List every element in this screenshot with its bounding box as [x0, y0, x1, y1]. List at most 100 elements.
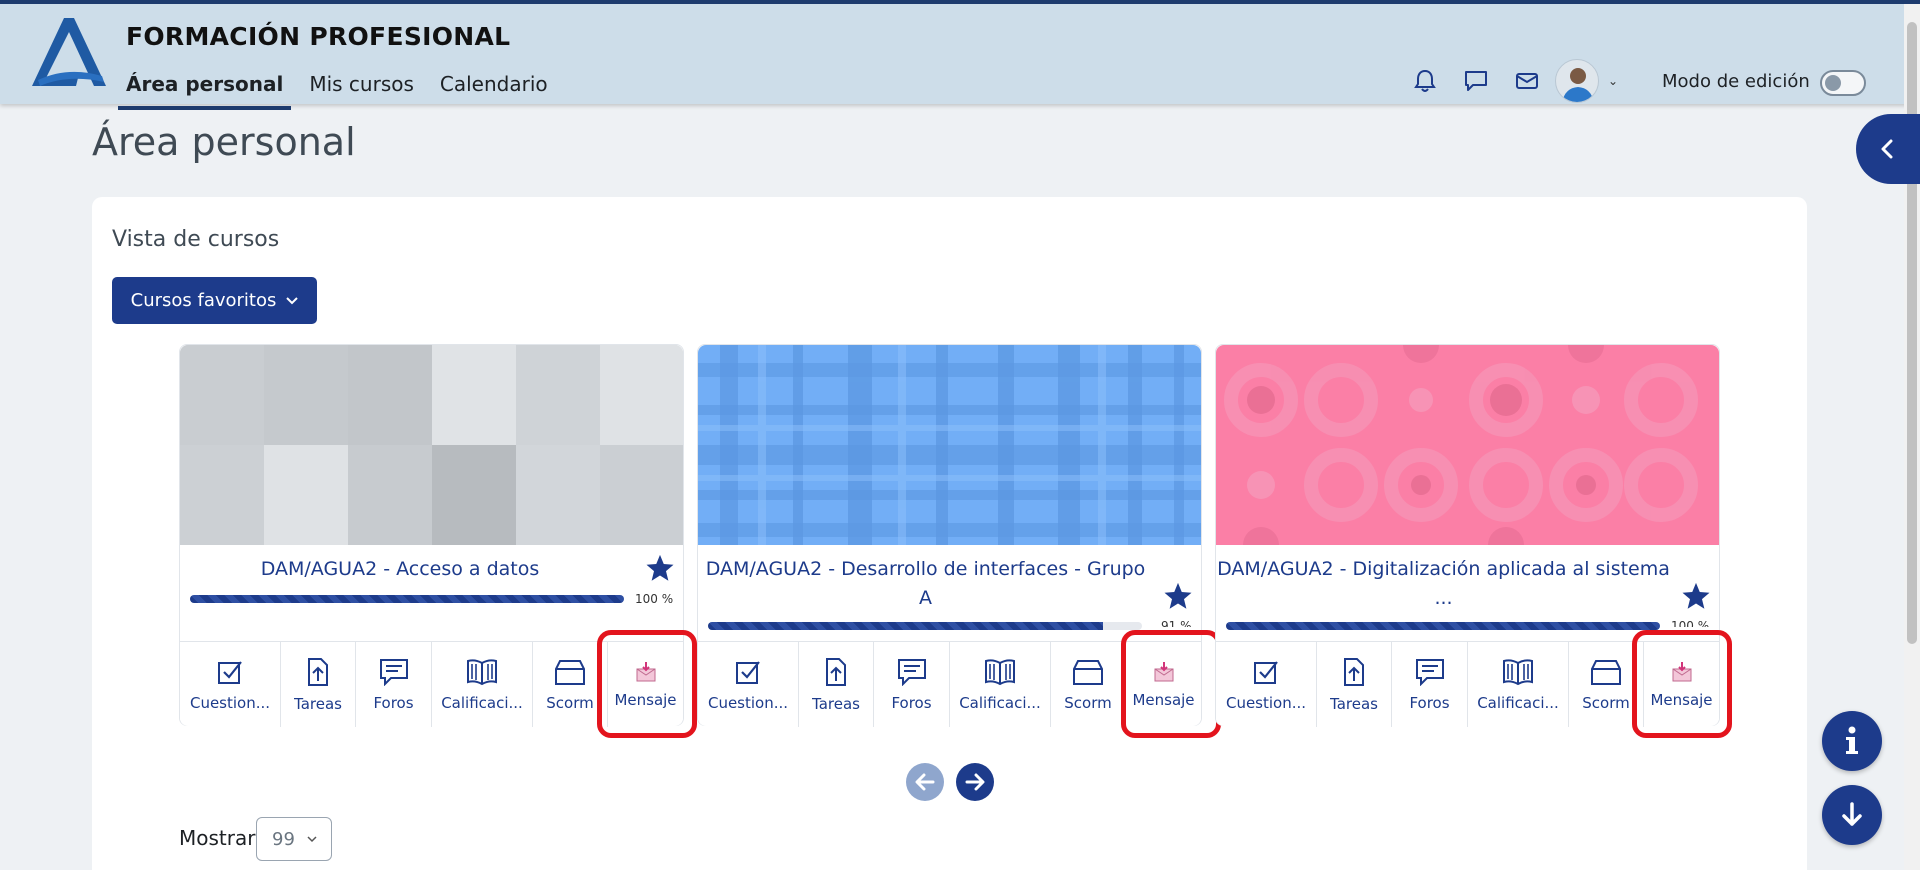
action-label: Mensaje — [1132, 690, 1195, 709]
action-label: Tareas — [294, 694, 342, 713]
block-title: Vista de cursos — [112, 227, 280, 252]
course-title-link[interactable]: DAM/AGUA2 - Digitalización aplicada al s… — [1216, 555, 1671, 613]
course-quick-actions: Cuestion... Tareas Foros Calificaci... S… — [698, 641, 1201, 727]
file-upload-icon — [308, 657, 328, 686]
info-icon — [1846, 726, 1858, 754]
chevron-left-icon — [1881, 139, 1893, 159]
progress-percent: 100 % — [1671, 619, 1710, 627]
forums-action[interactable]: Foros — [874, 642, 950, 727]
page-size-value: 99 — [272, 828, 295, 850]
action-label: Foros — [891, 693, 932, 712]
course-title-link[interactable]: DAM/AGUA2 - Acceso a datos — [180, 555, 620, 584]
edit-mode-label: Modo de edición — [1662, 71, 1810, 92]
previous-page-button[interactable] — [906, 763, 944, 801]
checkbox-icon — [736, 660, 760, 684]
course-filter-dropdown[interactable]: Cursos favoritos — [112, 277, 317, 324]
course-quick-actions: Cuestion... Tareas Foros Calificaci... S… — [1216, 641, 1719, 727]
book-icon — [1503, 658, 1533, 685]
open-drawer-button[interactable] — [1856, 114, 1920, 184]
forums-action[interactable]: Foros — [356, 642, 432, 727]
scorm-action[interactable]: Scorm — [1569, 642, 1644, 727]
package-icon — [1073, 659, 1103, 685]
junta-andalucia-logo[interactable] — [28, 16, 108, 88]
assignments-action[interactable]: Tareas — [1317, 642, 1392, 727]
grades-action[interactable]: Calificaci... — [1468, 642, 1569, 727]
scorm-action[interactable]: Scorm — [1051, 642, 1126, 727]
progress-fill — [1226, 622, 1660, 630]
assignments-action[interactable]: Tareas — [799, 642, 874, 727]
star-icon[interactable] — [645, 553, 675, 583]
action-label: Mensaje — [614, 690, 677, 709]
checkbox-icon — [1254, 660, 1278, 684]
arrow-right-icon — [965, 773, 985, 791]
chat-icon[interactable] — [1463, 68, 1489, 94]
file-upload-icon — [1344, 657, 1364, 686]
message-action[interactable]: Mensaje — [1644, 642, 1719, 727]
package-icon — [1591, 659, 1621, 685]
user-avatar[interactable] — [1555, 59, 1599, 103]
nav-calendario[interactable]: Calendario — [432, 64, 556, 110]
message-action[interactable]: Mensaje — [608, 642, 683, 727]
scorm-action[interactable]: Scorm — [533, 642, 608, 727]
quiz-action[interactable]: Cuestion... — [1216, 642, 1317, 727]
course-filter-label: Cursos favoritos — [130, 290, 277, 311]
page-size-select[interactable]: 99 — [256, 817, 332, 861]
bell-icon[interactable] — [1412, 68, 1438, 94]
action-label: Mensaje — [1650, 690, 1713, 709]
arrow-left-icon — [915, 773, 935, 791]
action-label: Cuestion... — [707, 693, 789, 712]
site-brand[interactable]: FORMACIÓN PROFESIONAL — [126, 22, 510, 51]
top-navbar: FORMACIÓN PROFESIONAL Área personal Mis … — [0, 0, 1920, 110]
next-page-button[interactable] — [956, 763, 994, 801]
course-card[interactable]: DAM/AGUA2 - Desarrollo de interfaces - G… — [697, 344, 1202, 727]
nav-area-personal[interactable]: Área personal — [118, 64, 292, 110]
mail-icon[interactable] — [1514, 68, 1540, 94]
grades-action[interactable]: Calificaci... — [432, 642, 533, 727]
course-progress-bar — [190, 595, 624, 603]
message-inbox-icon — [636, 661, 655, 681]
progress-fill — [708, 622, 1103, 630]
scroll-down-button[interactable] — [1822, 785, 1882, 845]
quiz-action[interactable]: Cuestion... — [698, 642, 799, 727]
course-progress-bar — [708, 622, 1142, 630]
action-label: Foros — [373, 693, 414, 712]
course-card[interactable]: DAM/AGUA2 - Acceso a datos 100 % Cuestio… — [179, 344, 684, 727]
info-button[interactable] — [1822, 711, 1882, 771]
action-label: Calificaci... — [441, 693, 523, 712]
file-upload-icon — [826, 657, 846, 686]
edit-mode-toggle[interactable] — [1820, 70, 1866, 96]
forums-action[interactable]: Foros — [1392, 642, 1468, 727]
forum-icon — [1415, 658, 1444, 686]
quiz-action[interactable]: Cuestion... — [180, 642, 281, 727]
package-icon — [555, 659, 585, 685]
primary-nav: Área personal Mis cursos Calendario — [118, 64, 566, 110]
course-title-link[interactable]: DAM/AGUA2 - Desarrollo de interfaces - G… — [698, 555, 1153, 613]
action-label: Scorm — [1064, 693, 1112, 712]
star-icon[interactable] — [1163, 581, 1193, 611]
star-icon[interactable] — [1681, 581, 1711, 611]
action-label: Cuestion... — [1225, 693, 1307, 712]
message-inbox-icon — [1154, 661, 1173, 681]
assignments-action[interactable]: Tareas — [281, 642, 356, 727]
chevron-down-icon — [307, 835, 317, 842]
toggle-knob — [1825, 75, 1841, 91]
course-image[interactable] — [1216, 345, 1719, 545]
progress-fill — [190, 595, 624, 603]
action-label: Scorm — [546, 693, 594, 712]
action-label: Tareas — [1330, 694, 1378, 713]
action-label: Calificaci... — [959, 693, 1041, 712]
progress-percent: 100 % — [635, 592, 674, 606]
chevron-down-icon[interactable]: ⌄ — [1608, 74, 1618, 88]
message-action[interactable]: Mensaje — [1126, 642, 1201, 727]
course-image[interactable] — [180, 345, 683, 545]
arrow-down-icon — [1842, 802, 1862, 826]
nav-mis-cursos[interactable]: Mis cursos — [301, 64, 422, 110]
action-label: Scorm — [1582, 693, 1630, 712]
action-label: Cuestion... — [189, 693, 271, 712]
forum-icon — [379, 658, 408, 686]
course-card[interactable]: DAM/AGUA2 - Digitalización aplicada al s… — [1215, 344, 1720, 727]
action-label: Tareas — [812, 694, 860, 713]
course-image[interactable] — [698, 345, 1201, 545]
grades-action[interactable]: Calificaci... — [950, 642, 1051, 727]
progress-percent: 91 % — [1161, 619, 1192, 627]
